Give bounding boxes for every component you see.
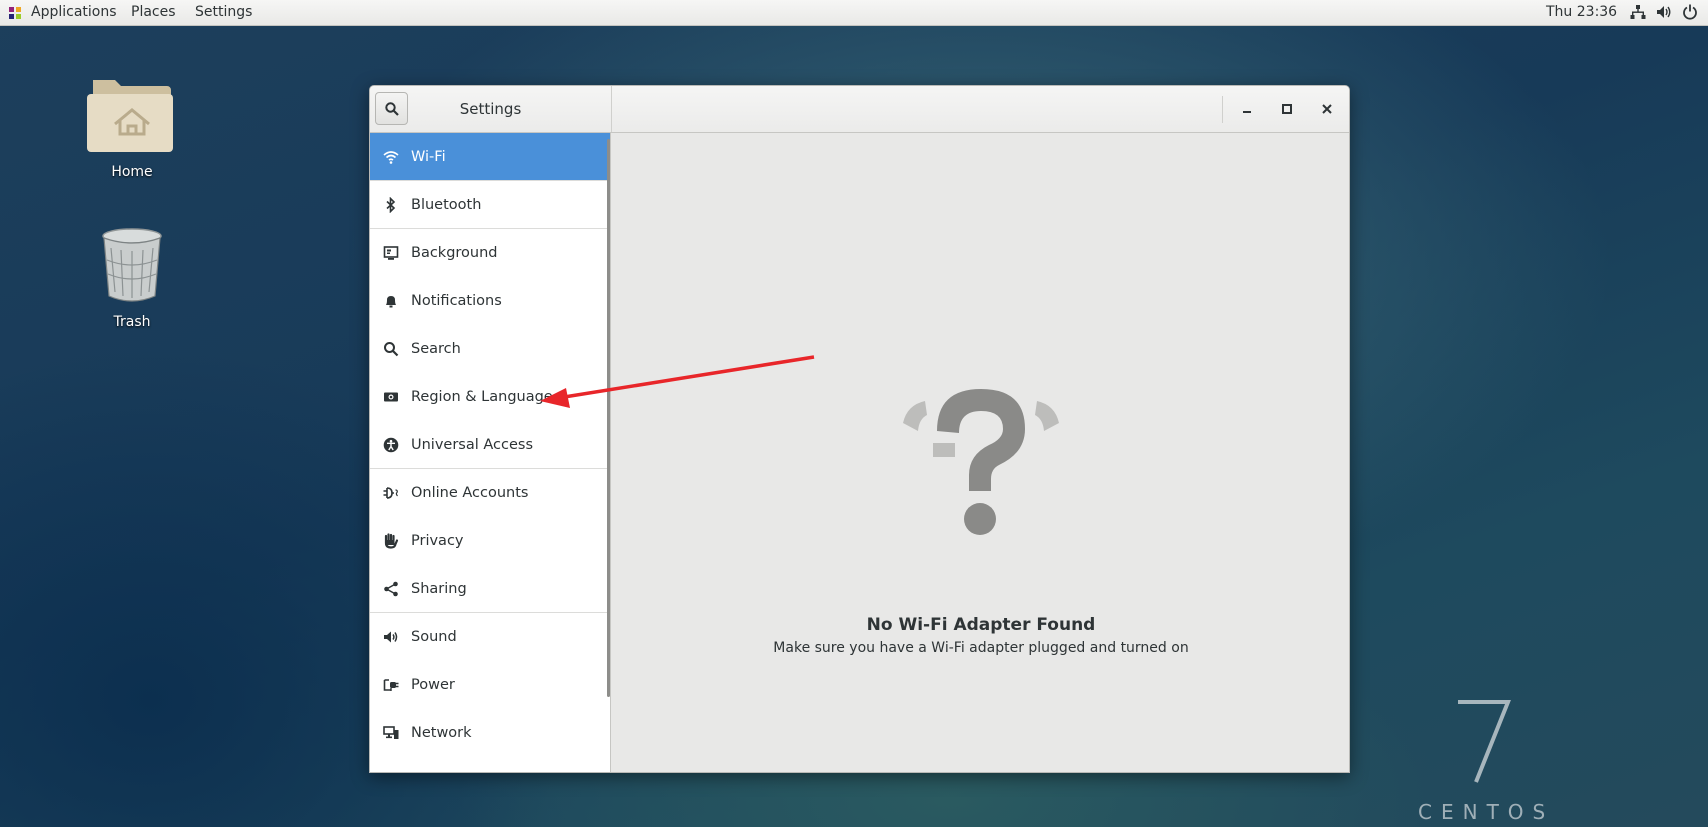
sidebar-item-power[interactable]: Power (370, 661, 610, 709)
flag-icon (384, 392, 398, 402)
minimize-icon (1243, 111, 1251, 113)
folder-home-icon (87, 80, 173, 152)
sidebar-item-label: Search (411, 341, 461, 357)
search-icon (384, 342, 399, 357)
no-adapter-heading: No Wi-Fi Adapter Found (866, 615, 1096, 635)
sidebar-item-privacy[interactable]: Privacy (370, 517, 610, 565)
bell-icon (386, 296, 396, 308)
search-button[interactable] (375, 92, 408, 125)
online-accounts-icon (383, 487, 398, 499)
sidebar-item-bluetooth[interactable]: Bluetooth (370, 181, 610, 229)
maximize-icon (1282, 104, 1292, 114)
settings-menu[interactable]: Settings (195, 0, 252, 25)
accessibility-icon (383, 437, 399, 453)
sidebar-item-label: Sound (411, 629, 457, 645)
no-adapter-subtext: Make sure you have a Wi-Fi adapter plugg… (773, 640, 1189, 656)
close-button[interactable] (1316, 98, 1338, 120)
controls-separator (1222, 96, 1223, 123)
centos-logo-icon (9, 7, 21, 19)
settings-sidebar: Wi-Fi Bluetooth Background Notifications (370, 133, 611, 772)
clock[interactable]: Thu 23:36 (1546, 0, 1617, 24)
desktop-trash[interactable]: Trash (77, 226, 187, 330)
sidebar-item-label: Universal Access (411, 437, 534, 453)
sidebar-item-label: Region & Language (411, 389, 553, 405)
trash-icon (102, 228, 162, 302)
sidebar-item-label: Network (411, 725, 472, 741)
share-icon (384, 581, 398, 597)
desktop-home[interactable]: Home (77, 70, 187, 180)
sidebar-item-label: Background (411, 245, 498, 261)
power-plug-icon (383, 679, 399, 691)
header-separator (611, 86, 612, 132)
desktop-trash-label: Trash (113, 314, 151, 330)
desktop-home-label: Home (111, 164, 153, 180)
sidebar-item-search[interactable]: Search (370, 325, 610, 373)
sidebar-item-background[interactable]: Background (370, 229, 610, 277)
places-menu[interactable]: Places (131, 0, 176, 25)
volume-icon[interactable] (1656, 4, 1672, 20)
applications-menu[interactable]: Applications (31, 0, 117, 25)
sidebar-item-label: Bluetooth (411, 197, 482, 213)
sidebar-item-online-accounts[interactable]: Online Accounts (370, 469, 610, 517)
bluetooth-icon (386, 197, 396, 213)
centos-seven-mark (1458, 700, 1511, 783)
sidebar-item-region-language[interactable]: Region & Language (370, 373, 610, 421)
top-panel: Applications Places Settings Thu 23:36 (0, 0, 1708, 26)
wifi-icon (383, 151, 399, 164)
sidebar-item-universal-access[interactable]: Universal Access (370, 421, 610, 469)
sidebar-item-label: Sharing (411, 581, 467, 597)
sidebar-item-notifications[interactable]: Notifications (370, 277, 610, 325)
sidebar-item-label: Privacy (411, 533, 464, 549)
power-icon[interactable] (1682, 4, 1698, 20)
background-icon (383, 246, 399, 260)
sidebar-item-wifi[interactable]: Wi-Fi (370, 133, 610, 181)
close-icon (1322, 104, 1332, 114)
question-mark-icon (903, 389, 1059, 535)
network-icon[interactable] (1630, 4, 1646, 20)
sidebar-item-label: Notifications (411, 293, 502, 309)
header-bar: Settings (370, 86, 1349, 133)
hand-icon (384, 533, 399, 549)
search-icon (385, 102, 399, 116)
speaker-icon (384, 631, 398, 643)
sidebar-scrollbar[interactable] (607, 139, 610, 697)
minimize-button[interactable] (1236, 98, 1258, 120)
sidebar-item-network[interactable]: Network (370, 709, 610, 757)
centos-wordmark: CENTOS (1418, 800, 1555, 824)
maximize-button[interactable] (1276, 98, 1298, 120)
sidebar-item-sharing[interactable]: Sharing (370, 565, 610, 613)
sidebar-item-sound[interactable]: Sound (370, 613, 610, 661)
wifi-panel: No Wi-Fi Adapter Found Make sure you hav… (611, 133, 1349, 772)
sidebar-item-label: Online Accounts (411, 485, 529, 501)
network-icon (383, 726, 399, 739)
sidebar-item-label: Wi-Fi (411, 149, 446, 165)
sidebar-item-label: Power (411, 677, 455, 693)
settings-window: Settings Wi-Fi Bluetooth Background Noti… (369, 85, 1350, 773)
